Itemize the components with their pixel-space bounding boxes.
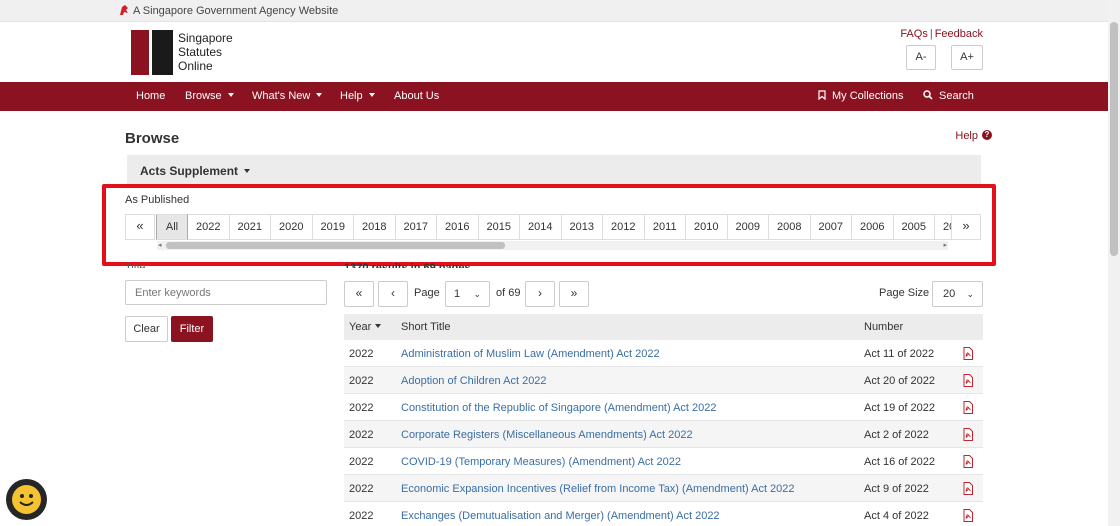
site-header: Singapore Statutes Online FAQs | Feedback … [0, 22, 1108, 82]
row-number: Act 20 of 2022 [864, 375, 935, 387]
last-page-button[interactable]: » [559, 281, 589, 307]
page-title: Browse [125, 130, 180, 147]
row-number: Act 16 of 2022 [864, 456, 935, 468]
search-icon [923, 90, 933, 100]
nav-search[interactable]: Search [923, 90, 974, 102]
gov-masthead: A Singapore Government Agency Website [0, 0, 1108, 22]
pdf-icon[interactable] [963, 482, 973, 495]
row-year: 2022 [349, 429, 374, 441]
acts-dropdown-label: Acts Supplement [140, 164, 239, 178]
chevron-down-icon: ⌄ [966, 289, 974, 299]
row-title-link[interactable]: Corporate Registers (Miscellaneous Amend… [401, 429, 693, 441]
number-column-header: Number [864, 321, 904, 333]
table-row: 2022 Corporate Registers (Miscellaneous A… [344, 421, 983, 448]
row-year: 2022 [349, 483, 374, 495]
table-row: 2022 COVID-19 (Temporary Measures) (Amend… [344, 448, 983, 475]
page-size-label: Page Size [879, 287, 930, 299]
chevron-down-icon [244, 168, 251, 173]
pdf-icon[interactable] [963, 347, 973, 360]
title-filter-label: Title [125, 262, 146, 268]
row-number: Act 2 of 2022 [864, 429, 929, 441]
logo-line: Statutes [178, 45, 223, 59]
pdf-icon[interactable] [963, 455, 973, 468]
page-select[interactable]: 1 ⌄ [445, 281, 490, 307]
chevron-down-icon [227, 93, 234, 98]
table-row: 2022 Exchanges (Demutualisation and Merge… [344, 502, 983, 526]
chevron-down-icon [368, 93, 375, 98]
row-title-link[interactable]: Administration of Muslim Law (Amendment)… [401, 348, 660, 360]
logo-line: Online [178, 59, 213, 73]
pdf-icon[interactable] [963, 428, 973, 441]
row-number: Act 11 of 2022 [864, 348, 935, 360]
pdf-icon[interactable] [963, 401, 973, 414]
page-size-select[interactable]: 20 ⌄ [932, 281, 983, 307]
nav-browse[interactable]: Browse [185, 90, 234, 102]
masthead-text: A Singapore Government Agency Website [133, 5, 339, 17]
nav-my-collections[interactable]: My Collections [818, 90, 904, 102]
row-title-link[interactable]: Constitution of the Republic of Singapor… [401, 402, 717, 414]
font-increase-button[interactable]: A+ [951, 45, 983, 70]
help-link[interactable]: Help? [955, 130, 992, 142]
results-table: Year Short Title Number 2022 Administrati… [344, 314, 983, 526]
page-scrollbar[interactable] [1108, 0, 1120, 526]
logo-line: Singapore [178, 31, 233, 45]
row-title-link[interactable]: Exchanges (Demutualisation and Merger) (… [401, 510, 720, 522]
row-year: 2022 [349, 510, 374, 522]
table-header: Year Short Title Number [344, 314, 983, 340]
table-row: 2022 Adoption of Children Act 2022 Act 20 … [344, 367, 983, 394]
results-count: 1370 results in 69 pages [344, 262, 471, 268]
row-number: Act 4 of 2022 [864, 510, 929, 522]
row-year: 2022 [349, 402, 374, 414]
keyword-input[interactable] [125, 280, 327, 305]
filter-button[interactable]: Filter [171, 316, 213, 342]
table-row: 2022 Constitution of the Republic of Sing… [344, 394, 983, 421]
row-number: Act 19 of 2022 [864, 402, 935, 414]
sso-logo-text[interactable]: Singapore Statutes Online [178, 31, 233, 73]
chevron-down-icon [316, 93, 323, 98]
nav-home[interactable]: Home [136, 90, 165, 102]
row-year: 2022 [349, 348, 374, 360]
chatbot-icon [12, 485, 41, 514]
link-separator: | [929, 28, 933, 40]
chatbot-button[interactable] [6, 479, 47, 520]
of-pages-label: of 69 [496, 287, 521, 299]
page-label: Page [414, 287, 440, 299]
lion-icon [120, 5, 128, 15]
pdf-icon[interactable] [963, 509, 973, 522]
font-decrease-button[interactable]: A- [906, 45, 936, 70]
title-column-header: Short Title [401, 321, 451, 333]
help-circle-icon: ? [982, 130, 992, 141]
nav-about-us[interactable]: About Us [394, 90, 439, 102]
row-number: Act 9 of 2022 [864, 483, 929, 495]
pdf-icon[interactable] [963, 374, 973, 387]
nav-help[interactable]: Help [340, 90, 375, 102]
row-year: 2022 [349, 375, 374, 387]
table-row: 2022 Economic Expansion Incentives (Relie… [344, 475, 983, 502]
faqs-link[interactable]: FAQs [900, 28, 928, 40]
nav-whats-new[interactable]: What's New [252, 90, 323, 102]
sort-down-icon [375, 324, 382, 329]
row-year: 2022 [349, 456, 374, 468]
sso-logo[interactable] [131, 30, 173, 75]
table-row: 2022 Administration of Muslim Law (Amendm… [344, 340, 983, 367]
prev-page-button[interactable]: ‹ [378, 281, 408, 307]
main-navbar: Home Browse What's New Help About Us My … [0, 82, 1108, 111]
row-title-link[interactable]: Adoption of Children Act 2022 [401, 375, 547, 387]
first-page-button[interactable]: « [344, 281, 374, 307]
feedback-link[interactable]: Feedback [935, 28, 983, 40]
row-title-link[interactable]: COVID-19 (Temporary Measures) (Amendment… [401, 456, 681, 468]
row-title-link[interactable]: Economic Expansion Incentives (Relief fr… [401, 483, 795, 495]
acts-type-dropdown[interactable]: Acts Supplement [127, 155, 981, 185]
year-column-header[interactable]: Year [349, 321, 382, 333]
clear-button[interactable]: Clear [125, 316, 168, 342]
highlight-annotation [102, 184, 996, 266]
top-links: FAQs | Feedback [900, 28, 983, 40]
chevron-down-icon: ⌄ [473, 289, 481, 299]
next-page-button[interactable]: › [525, 281, 555, 307]
bookmark-icon [818, 90, 826, 101]
